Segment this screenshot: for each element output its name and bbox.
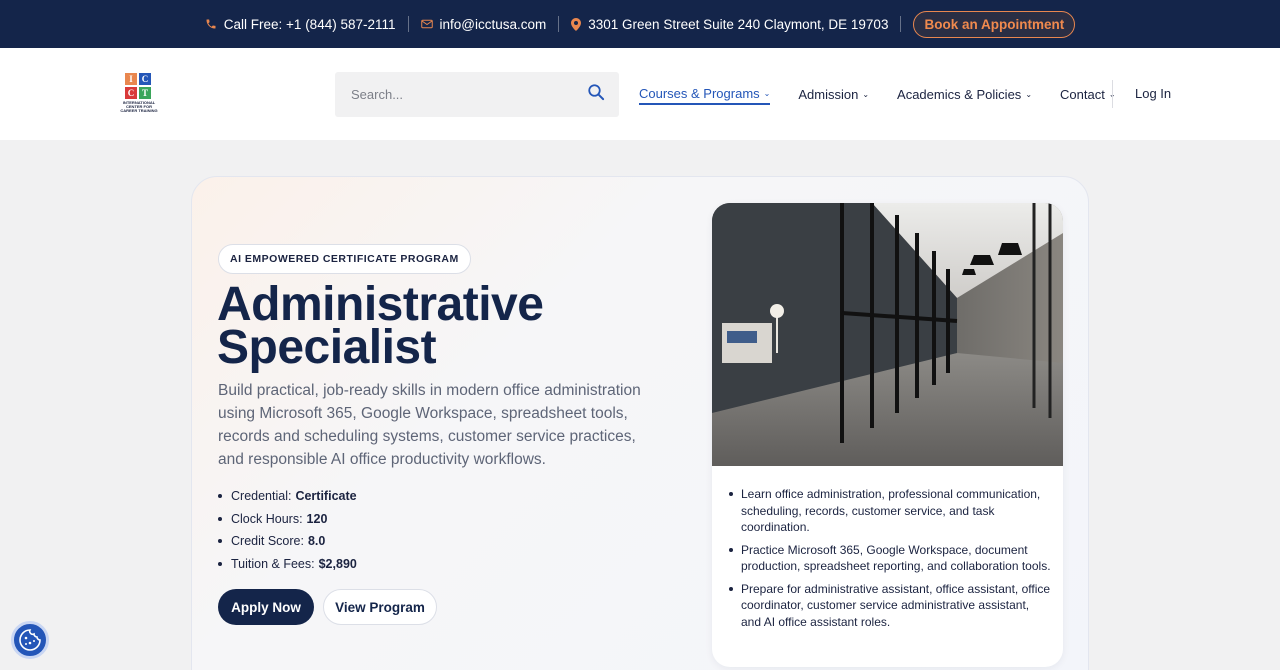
list-item: Tuition & Fees: $2,890 xyxy=(218,553,357,576)
icct-logo[interactable]: I C C T INTERNATIONAL CENTER FOR CAREER … xyxy=(119,73,159,117)
program-highlights-panel: Learn office administration, professiona… xyxy=(712,203,1063,667)
phone-icon xyxy=(205,18,217,30)
fact-label: Clock Hours: xyxy=(231,511,303,526)
map-pin-icon xyxy=(571,17,582,31)
list-item: Learn office administration, professiona… xyxy=(729,486,1052,536)
program-facts: Credential: Certificate Clock Hours: 120 C… xyxy=(218,485,357,575)
list-item: Clock Hours: 120 xyxy=(218,508,357,531)
apply-now-button[interactable]: Apply Now xyxy=(218,589,314,625)
logo-letter: C xyxy=(139,73,151,85)
list-item: Credential: Certificate xyxy=(218,485,357,508)
divider xyxy=(407,16,409,32)
mail-icon xyxy=(420,19,433,29)
address-contact[interactable]: 3301 Green Street Suite 240 Claymont, DE… xyxy=(571,17,888,32)
fact-label: Credential: xyxy=(231,489,292,504)
program-hero-card: AI EMPOWERED CERTIFICATE PROGRAM Adminis… xyxy=(191,176,1089,670)
nav-label: Admission xyxy=(798,87,859,102)
chevron-down-icon: ⌄ xyxy=(1025,90,1033,99)
site-header: I C C T INTERNATIONAL CENTER FOR CAREER … xyxy=(0,48,1280,140)
divider xyxy=(558,16,560,32)
program-badge: AI EMPOWERED CERTIFICATE PROGRAM xyxy=(218,244,471,274)
highlights-list: Learn office administration, professiona… xyxy=(729,486,1052,636)
logo-letter: T xyxy=(139,87,151,99)
fact-label: Tuition & Fees: xyxy=(231,556,315,571)
office-hallway-photo xyxy=(712,203,1063,466)
fact-label: Credit Score: xyxy=(231,534,304,549)
nav-label: Academics & Policies xyxy=(897,87,1022,102)
phone-text: Call Free: +1 (844) 587-2111 xyxy=(223,16,396,32)
program-description: Build practical, job-ready skills in mod… xyxy=(218,382,641,468)
view-program-button[interactable]: View Program xyxy=(323,589,437,625)
book-appointment-button[interactable]: Book an Appointment xyxy=(913,10,1076,38)
nav-contact[interactable]: Contact ⌄ xyxy=(1060,87,1116,104)
nav-academics-policies[interactable]: Academics & Policies ⌄ xyxy=(897,87,1032,104)
address-text: 3301 Green Street Suite 240 Claymont, DE… xyxy=(588,16,889,32)
email-contact[interactable]: info@icctusa.com xyxy=(420,16,547,32)
fact-value: 8.0 xyxy=(307,534,326,549)
email-text: info@icctusa.com xyxy=(439,16,547,32)
list-item: Practice Microsoft 365, Google Workspace… xyxy=(729,542,1051,573)
nav-label: Courses & Programs xyxy=(639,86,760,101)
chevron-down-icon: ⌄ xyxy=(862,90,870,99)
logo-letter: I xyxy=(125,73,137,85)
cookie-icon xyxy=(19,629,41,651)
top-bar: Call Free: +1 (844) 587-2111 info@icctus… xyxy=(0,0,1280,48)
search-bar xyxy=(335,72,619,117)
search-icon[interactable] xyxy=(587,83,605,106)
logo-tagline: INTERNATIONAL CENTER FOR CAREER TRAINING xyxy=(120,100,158,113)
search-input[interactable] xyxy=(351,87,587,102)
list-item: Prepare for administrative assistant, of… xyxy=(729,581,1051,629)
nav-courses-programs[interactable]: Courses & Programs ⌄ xyxy=(639,86,771,105)
cookie-settings-button[interactable] xyxy=(11,621,49,659)
phone-contact[interactable]: Call Free: +1 (844) 587-2111 xyxy=(205,17,396,32)
list-item: Credit Score: 8.0 xyxy=(218,530,357,553)
chevron-down-icon: ⌄ xyxy=(763,89,771,98)
main-nav: Courses & Programs ⌄ Admission ⌄ Academi… xyxy=(639,86,1144,105)
nav-divider xyxy=(1112,80,1113,108)
fact-value: $2,890 xyxy=(318,556,357,571)
nav-admission[interactable]: Admission ⌄ xyxy=(798,87,869,104)
logo-mark: I C C T xyxy=(125,73,159,99)
fact-value: Certificate xyxy=(295,489,357,504)
login-link[interactable]: Log In xyxy=(1135,86,1171,101)
nav-label: Contact xyxy=(1060,87,1105,102)
divider xyxy=(900,16,902,32)
logo-letter: C xyxy=(125,87,137,99)
fact-value: 120 xyxy=(306,511,328,526)
page-title: Administrative Specialist xyxy=(217,278,544,374)
